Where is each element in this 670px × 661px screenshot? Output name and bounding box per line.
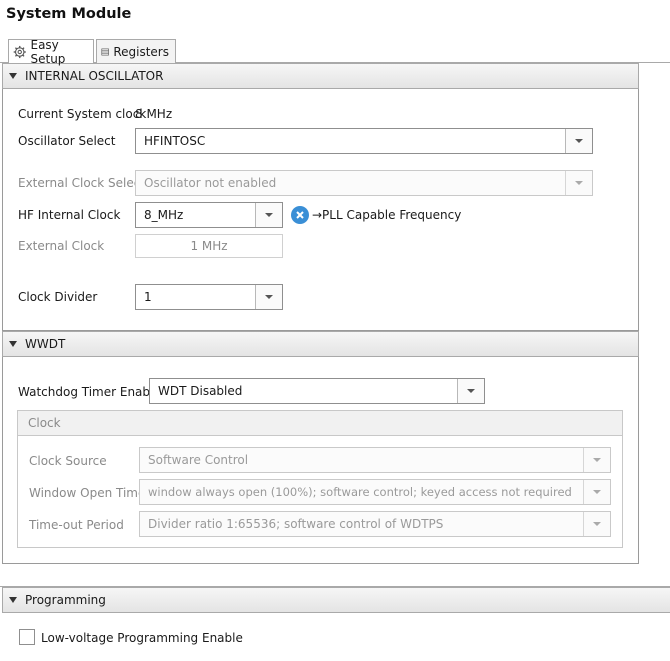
table-icon — [101, 48, 109, 55]
chevron-down-icon — [265, 213, 273, 217]
programming-section-title: Programming — [25, 593, 106, 607]
tab-registers[interactable]: Registers — [96, 39, 176, 63]
info-icon[interactable] — [291, 206, 309, 224]
window-title: System Module — [6, 6, 132, 22]
chevron-down-icon — [593, 458, 601, 462]
timeout-period-label: Time-out Period — [29, 518, 124, 532]
window-open-time-label: Window Open Time — [29, 486, 146, 500]
lvp-checkbox[interactable] — [19, 629, 35, 645]
ext-clock-value: 1 MHz — [190, 239, 228, 253]
hf-clock-value: 8_MHz — [144, 208, 184, 222]
tab-registers-label: Registers — [113, 44, 169, 59]
wdt-enable-dropdown[interactable]: WDT Disabled — [149, 378, 485, 404]
oscillator-panel — [2, 63, 639, 331]
osc-select-value: HFINTOSC — [144, 134, 206, 148]
chevron-down-icon — [265, 295, 273, 299]
dropdown-button[interactable] — [565, 129, 592, 153]
dropdown-button[interactable] — [583, 480, 610, 504]
ext-clock-select-label: External Clock Select — [18, 176, 146, 190]
ext-clock-select-value: Oscillator not enabled — [144, 176, 277, 190]
collapse-triangle-icon — [9, 597, 17, 603]
collapse-triangle-icon — [9, 73, 17, 79]
collapse-triangle-icon — [9, 341, 17, 347]
dropdown-button[interactable] — [565, 171, 592, 195]
dropdown-button[interactable] — [583, 512, 610, 536]
ext-clock-select-dropdown[interactable]: Oscillator not enabled — [135, 170, 593, 196]
osc-select-dropdown[interactable]: HFINTOSC — [135, 128, 593, 154]
close-x-icon — [296, 211, 304, 219]
ext-clock-label: External Clock — [18, 239, 105, 253]
gear-icon — [13, 45, 26, 58]
oscillator-section-header[interactable]: INTERNAL OSCILLATOR — [2, 63, 639, 89]
dropdown-button[interactable] — [583, 448, 610, 472]
clock-divider-dropdown[interactable]: 1 — [135, 284, 283, 310]
tab-easy-setup-label: Easy Setup — [30, 37, 66, 66]
lvp-label: Low-voltage Programming Enable — [41, 631, 243, 645]
osc-select-label: Oscillator Select — [18, 134, 116, 148]
chevron-down-icon — [593, 522, 601, 526]
hf-clock-label: HF Internal Clock — [18, 208, 121, 222]
timeout-period-dropdown[interactable]: Divider ratio 1:65536; software control … — [139, 511, 611, 537]
timeout-period-value: Divider ratio 1:65536; software control … — [148, 517, 444, 531]
current-clock-label: Current System clock — [18, 107, 147, 121]
chevron-down-icon — [575, 139, 583, 143]
dropdown-button[interactable] — [457, 379, 484, 403]
dropdown-button[interactable] — [255, 203, 282, 227]
wdt-enable-value: WDT Disabled — [158, 384, 243, 398]
clock-source-value: Software Control — [148, 453, 249, 467]
clock-group-header: Clock — [18, 411, 622, 436]
tab-easy-setup[interactable]: Easy Setup — [8, 37, 94, 66]
chevron-down-icon — [575, 181, 583, 185]
clock-source-label: Clock Source — [29, 454, 107, 468]
window-open-time-dropdown[interactable]: window always open (100%); software cont… — [139, 479, 611, 505]
current-clock-value: 8 MHz — [135, 107, 173, 121]
chevron-down-icon — [593, 490, 601, 494]
chevron-down-icon — [467, 389, 475, 393]
clock-source-dropdown[interactable]: Software Control — [139, 447, 611, 473]
oscillator-section-title: INTERNAL OSCILLATOR — [25, 69, 164, 83]
wdt-enable-label: Watchdog Timer Enable — [18, 385, 161, 399]
wwdt-section-header[interactable]: WWDT — [2, 331, 639, 357]
window-open-time-value: window always open (100%); software cont… — [148, 485, 572, 499]
clock-divider-value: 1 — [144, 290, 152, 304]
clock-divider-label: Clock Divider — [18, 290, 98, 304]
clock-group-title: Clock — [28, 416, 61, 430]
pll-capable-note: →PLL Capable Frequency — [312, 208, 462, 222]
hf-clock-dropdown[interactable]: 8_MHz — [135, 202, 283, 228]
ext-clock-readout: 1 MHz — [135, 234, 283, 258]
programming-section-header[interactable]: Programming — [2, 587, 670, 613]
wwdt-section-title: WWDT — [25, 337, 66, 351]
dropdown-button[interactable] — [255, 285, 282, 309]
